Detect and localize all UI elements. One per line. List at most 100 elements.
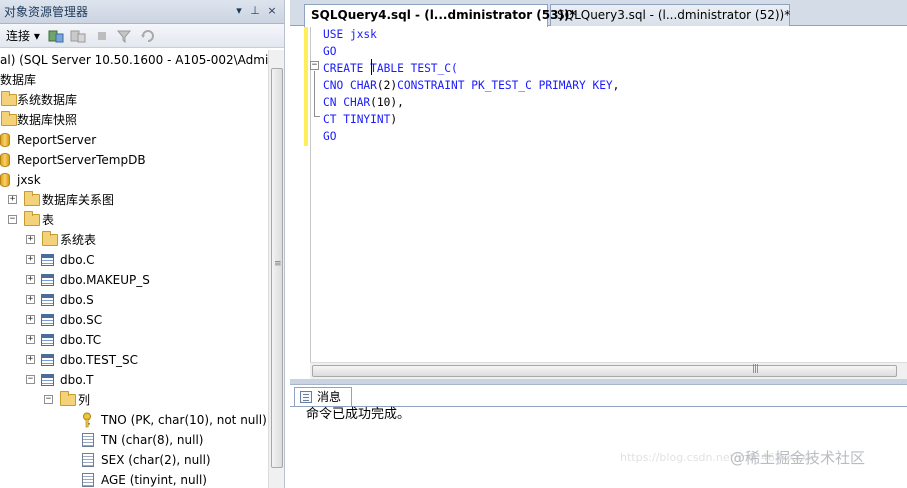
result-message: 命令已成功完成。 bbox=[306, 407, 411, 422]
editor-horizontal-scrollbar[interactable]: ||| bbox=[310, 362, 907, 379]
tree-node-label: ReportServer bbox=[17, 133, 97, 147]
tree-node-label: dbo.TC bbox=[60, 333, 102, 347]
tree-node[interactable]: AGE (tinyint, null) bbox=[0, 470, 268, 488]
table-icon bbox=[41, 294, 54, 306]
tree-node[interactable]: − 表 bbox=[0, 210, 268, 230]
document-area: SQLQuery4.sql - (l...dministrator (53))*… bbox=[290, 0, 907, 488]
tree-node[interactable]: ReportServer bbox=[0, 130, 268, 150]
expand-icon[interactable]: + bbox=[26, 355, 35, 364]
tree-node-label: 系统表 bbox=[60, 233, 97, 247]
collapse-icon[interactable]: − bbox=[8, 215, 17, 224]
fold-region-line bbox=[314, 71, 315, 117]
messages-tab-label: 消息 bbox=[317, 390, 342, 404]
code-token: CONSTRAINT bbox=[397, 79, 465, 92]
tree-node[interactable]: TNO (PK, char(10), not null) bbox=[0, 410, 268, 430]
tree-node[interactable]: + dbo.MAKEUP_S bbox=[0, 270, 268, 290]
tree-node[interactable]: − dbo.T bbox=[0, 370, 268, 390]
tree-node-label: dbo.MAKEUP_S bbox=[60, 273, 150, 287]
object-explorer-vertical-scrollbar[interactable]: ≡ bbox=[268, 50, 284, 488]
folder-icon bbox=[24, 211, 40, 226]
table-icon bbox=[41, 354, 54, 366]
tree-node[interactable]: + dbo.TEST_SC bbox=[0, 350, 268, 370]
close-icon[interactable]: × bbox=[265, 4, 279, 18]
code-token: (10), bbox=[370, 96, 404, 109]
code-token: PK_TEST_C bbox=[464, 79, 539, 92]
column-icon bbox=[82, 433, 94, 447]
tree-node-label: 数据库快照 bbox=[17, 113, 78, 127]
expand-icon[interactable]: + bbox=[26, 255, 35, 264]
tree-node-label: SEX (char(2), null) bbox=[101, 453, 211, 467]
tree-node-label: AGE (tinyint, null) bbox=[101, 473, 207, 487]
tree-node[interactable]: SEX (char(2), null) bbox=[0, 450, 268, 470]
tree-node-label: dbo.SC bbox=[60, 313, 103, 327]
tree-node-label: dbo.S bbox=[60, 293, 94, 307]
object-explorer-tree: al) (SQL Server 10.50.1600 - A105-002\Ad… bbox=[0, 50, 268, 488]
editor-margin-divider bbox=[310, 26, 311, 362]
pin-icon[interactable]: ⊥ bbox=[248, 4, 262, 18]
collapse-region-icon[interactable]: − bbox=[310, 61, 319, 70]
scrollbar-grip-icon: ||| bbox=[752, 364, 759, 374]
code-token: ) bbox=[390, 113, 398, 126]
column-icon bbox=[82, 453, 94, 467]
expand-icon[interactable]: + bbox=[26, 315, 35, 324]
messages-icon bbox=[300, 391, 312, 403]
scrollbar-grip-icon: ≡ bbox=[274, 259, 282, 269]
filter-icon[interactable] bbox=[116, 28, 132, 44]
connect-object-explorer-icon[interactable] bbox=[48, 28, 64, 44]
tree-node-label: jxsk bbox=[17, 173, 41, 187]
changed-lines-marker bbox=[304, 26, 308, 146]
code-token: GO bbox=[323, 130, 337, 143]
tab-messages[interactable]: 消息 bbox=[294, 387, 352, 407]
disconnect-icon[interactable] bbox=[70, 28, 86, 44]
object-explorer-panel: 对象资源管理器 ▾ ⊥ × 连接 ▾ al) (SQL Server 10.50… bbox=[0, 0, 285, 488]
collapse-icon[interactable]: − bbox=[26, 375, 35, 384]
code-line: GO bbox=[323, 128, 336, 145]
expand-icon[interactable]: + bbox=[8, 195, 17, 204]
tree-node[interactable]: 系统数据库 bbox=[0, 90, 268, 110]
text-caret bbox=[371, 59, 372, 75]
expand-icon[interactable]: + bbox=[26, 335, 35, 344]
tree-node-label: TNO (PK, char(10), not null) bbox=[101, 413, 267, 427]
tree-node[interactable]: + dbo.SC bbox=[0, 310, 268, 330]
key-icon bbox=[83, 412, 91, 428]
object-explorer-toolbar: 连接 ▾ bbox=[0, 24, 284, 48]
tree-node[interactable]: + dbo.C bbox=[0, 250, 268, 270]
connect-button[interactable]: 连接 ▾ bbox=[6, 28, 40, 44]
tree-node-label: TN (char(8), null) bbox=[101, 433, 204, 447]
tree-node[interactable]: jxsk bbox=[0, 170, 268, 190]
code-line: GO bbox=[323, 43, 336, 60]
tree-node[interactable]: 数据库 bbox=[0, 70, 268, 90]
expand-icon[interactable]: + bbox=[26, 235, 35, 244]
table-icon bbox=[41, 314, 54, 326]
window-position-icon[interactable]: ▾ bbox=[232, 4, 246, 18]
tab-sqlquery3[interactable]: SQLQuery3.sql - (l...dministrator (52))* bbox=[550, 4, 790, 26]
code-token: GO bbox=[323, 45, 337, 58]
tree-node-label: dbo.TEST_SC bbox=[60, 353, 139, 367]
tree-node[interactable]: ReportServerTempDB bbox=[0, 150, 268, 170]
refresh-icon[interactable] bbox=[140, 28, 156, 44]
stop-icon[interactable] bbox=[94, 28, 110, 44]
scrollbar-thumb[interactable] bbox=[312, 365, 897, 377]
tree-node-label: 列 bbox=[78, 393, 91, 407]
tab-sqlquery4[interactable]: SQLQuery4.sql - (l...dministrator (53))* bbox=[304, 4, 576, 27]
code-token: CT bbox=[323, 113, 344, 126]
code-token: CN bbox=[323, 96, 344, 109]
expand-icon[interactable]: + bbox=[26, 275, 35, 284]
code-token: USE bbox=[323, 28, 350, 41]
tree-node[interactable]: + 系统表 bbox=[0, 230, 268, 250]
tree-node[interactable]: + dbo.TC bbox=[0, 330, 268, 350]
expand-icon[interactable]: + bbox=[26, 295, 35, 304]
collapse-icon[interactable]: − bbox=[44, 395, 53, 404]
tree-node[interactable]: + dbo.S bbox=[0, 290, 268, 310]
table-icon bbox=[41, 374, 54, 386]
code-line: CREATE TABLE TEST_C( bbox=[323, 60, 458, 77]
tree-node[interactable]: + 数据库关系图 bbox=[0, 190, 268, 210]
tree-node[interactable]: al) (SQL Server 10.50.1600 - A105-002\Ad… bbox=[0, 50, 268, 70]
folder-icon bbox=[60, 391, 76, 406]
tree-node[interactable]: TN (char(8), null) bbox=[0, 430, 268, 450]
code-token: PRIMARY KEY bbox=[538, 79, 613, 92]
tree-node[interactable]: 数据库快照 bbox=[0, 110, 268, 130]
tree-node[interactable]: − 列 bbox=[0, 390, 268, 410]
query-editor[interactable]: − USE jxsk GO CREATE TABLE TEST_C(CNO CHAR… bbox=[290, 26, 907, 362]
folder-icon bbox=[42, 231, 58, 246]
